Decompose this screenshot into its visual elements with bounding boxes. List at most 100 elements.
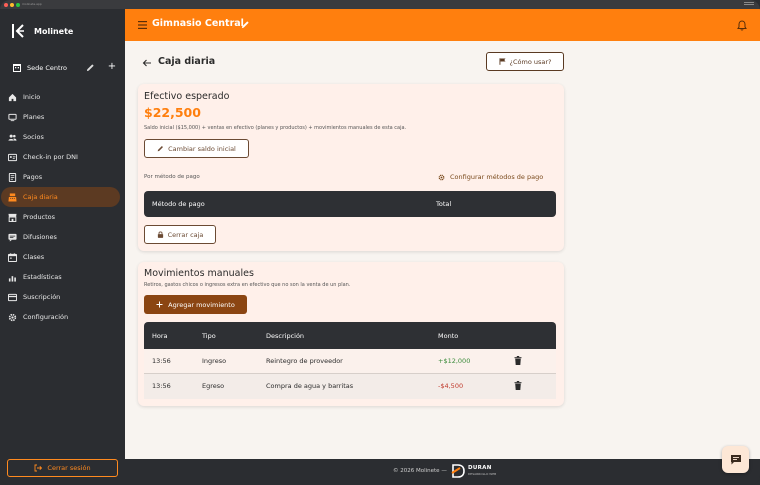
trash-icon[interactable] — [514, 381, 522, 390]
sidebar: Molinete Sede Centro + Inicio Planes Soc… — [0, 9, 125, 485]
brand-name: Molinete — [34, 26, 74, 36]
maximize-dot-icon[interactable] — [16, 3, 20, 7]
sidebar-item-label: Inicio — [23, 93, 41, 101]
row-monto: -$4,500 — [438, 382, 464, 390]
sidebar-item-planes[interactable]: Planes — [1, 107, 120, 127]
sidebar-item-estadisticas[interactable]: Estadísticas — [1, 267, 120, 287]
sidebar-item-socios[interactable]: Socios — [1, 127, 120, 147]
close-cash-button[interactable]: Cerrar caja — [144, 225, 216, 244]
chat-button[interactable] — [722, 446, 749, 473]
sidebar-item-label: Configuración — [23, 313, 69, 321]
page-title: Caja diaria — [158, 56, 216, 67]
top-bar: Gimnasio Central — [125, 9, 760, 41]
sidebar-item-suscripcion[interactable]: Suscripción — [1, 287, 120, 307]
minimize-dot-icon[interactable] — [10, 3, 14, 7]
plans-icon — [8, 113, 17, 121]
change-balance-button[interactable]: Cambiar saldo inicial — [144, 139, 249, 158]
by-method-label: Por método de pago — [144, 174, 200, 180]
add-movement-button[interactable]: Agregar movimiento — [144, 295, 247, 314]
sidebar-item-productos[interactable]: Productos — [1, 207, 120, 227]
menu-icon[interactable] — [138, 21, 147, 29]
brand[interactable]: Molinete — [11, 23, 73, 39]
sidebar-item-label: Socios — [23, 133, 44, 141]
close-dot-icon[interactable] — [4, 3, 8, 7]
logout-icon — [34, 464, 43, 472]
manual-description: Retiros, gastos chicos o ingresos extra … — [144, 282, 351, 288]
help-button[interactable]: ¿Cómo usar? — [486, 52, 564, 71]
sede-label: Sede Centro — [27, 64, 68, 72]
credit-card-icon — [8, 293, 17, 301]
sidebar-item-caja-diaria[interactable]: Caja diaria — [1, 187, 120, 207]
back-arrow-icon[interactable] — [142, 58, 152, 68]
add-sede-icon[interactable]: + — [107, 62, 117, 72]
row-hora: 13:56 — [152, 357, 171, 365]
logout-label: Cerrar sesión — [47, 464, 91, 472]
sidebar-item-clases[interactable]: Clases — [1, 247, 120, 267]
app-window: molinete.app Molinete Sede Centro + Inic… — [0, 0, 760, 485]
movements-table: Hora Tipo Descripción Monto 13:56 Ingres… — [144, 322, 556, 399]
id-card-icon — [8, 153, 17, 161]
sidebar-item-label: Caja diaria — [23, 193, 58, 201]
expected-amount: $22,500 — [144, 105, 201, 120]
expected-cash-card: Efectivo esperado $22,500 Saldo inicial … — [138, 84, 564, 251]
store-icon — [8, 213, 17, 222]
row-monto: +$12,000 — [438, 357, 471, 365]
sidebar-item-label: Clases — [23, 253, 45, 261]
footer: © 2026 Molinete — DURAN DESARROLLO WEB — [125, 459, 760, 485]
config-methods-link[interactable]: Configurar métodos de pago — [438, 173, 543, 181]
manual-movements-card: Movimientos manuales Retiros, gastos chi… — [138, 262, 564, 406]
sidebar-item-label: Suscripción — [23, 293, 61, 301]
table-row: 13:56 Ingreso Reintegro de proveedor +$1… — [144, 349, 556, 374]
sidebar-item-label: Pagos — [23, 173, 43, 181]
sidebar-item-difusiones[interactable]: Difusiones — [1, 227, 120, 247]
sede-selector[interactable]: Sede Centro + — [13, 61, 119, 75]
row-tipo: Ingreso — [202, 357, 227, 365]
home-icon — [8, 93, 17, 101]
sidebar-item-label: Productos — [23, 213, 56, 221]
main-content: Caja diaria ¿Cómo usar? Efectivo esperad… — [125, 41, 760, 459]
manual-title: Movimientos manuales — [144, 268, 254, 279]
browser-menu-icon[interactable] — [744, 2, 754, 6]
expected-description: Saldo inicial ($15,000) + ventas en efec… — [144, 125, 407, 131]
duran-logo-icon[interactable] — [451, 464, 465, 478]
payments-icon — [8, 172, 17, 182]
column-header: Hora — [152, 332, 168, 340]
browser-url[interactable]: molinete.app — [22, 2, 42, 6]
gym-title: Gimnasio Central — [152, 18, 244, 29]
trash-icon[interactable] — [514, 356, 522, 365]
plus-icon — [156, 301, 163, 308]
row-hora: 13:56 — [152, 382, 171, 390]
footer-tagline: DESARROLLO WEB — [468, 472, 497, 476]
logout-button[interactable]: Cerrar sesión — [7, 459, 118, 477]
sidebar-item-label: Planes — [23, 113, 45, 121]
row-tipo: Egreso — [202, 382, 225, 390]
pencil-icon[interactable] — [86, 63, 95, 72]
sidebar-item-inicio[interactable]: Inicio — [1, 87, 120, 107]
column-header: Tipo — [202, 332, 216, 340]
footer-brand[interactable]: DURAN — [468, 465, 492, 471]
payment-method-table-header: Método de pago Total — [144, 191, 556, 217]
column-header: Monto — [438, 332, 459, 340]
column-header: Total — [436, 200, 452, 208]
users-icon — [8, 134, 17, 141]
browser-chrome: molinete.app — [0, 0, 760, 9]
table-row: 13:56 Egreso Compra de agua y barritas -… — [144, 374, 556, 399]
row-descripcion: Compra de agua y barritas — [266, 382, 354, 390]
sidebar-item-check-in[interactable]: Check-in por DNI — [1, 147, 120, 167]
calendar-icon — [8, 252, 17, 262]
sidebar-item-pagos[interactable]: Pagos — [1, 167, 120, 187]
chat-icon — [730, 455, 741, 465]
movements-table-header: Hora Tipo Descripción Monto — [144, 322, 556, 349]
add-movement-label: Agregar movimiento — [168, 300, 235, 309]
building-icon — [13, 64, 21, 72]
column-header: Método de pago — [152, 200, 205, 208]
sidebar-item-configuracion[interactable]: Configuración — [1, 307, 120, 327]
broadcast-icon — [8, 233, 17, 242]
cash-register-icon — [8, 192, 17, 202]
column-header: Descripción — [266, 332, 305, 340]
bell-icon[interactable] — [737, 20, 747, 31]
row-descripcion: Reintegro de proveedor — [266, 357, 343, 365]
edit-gym-icon[interactable] — [241, 20, 250, 29]
sidebar-item-label: Estadísticas — [23, 273, 62, 281]
sidebar-item-label: Difusiones — [23, 233, 57, 241]
